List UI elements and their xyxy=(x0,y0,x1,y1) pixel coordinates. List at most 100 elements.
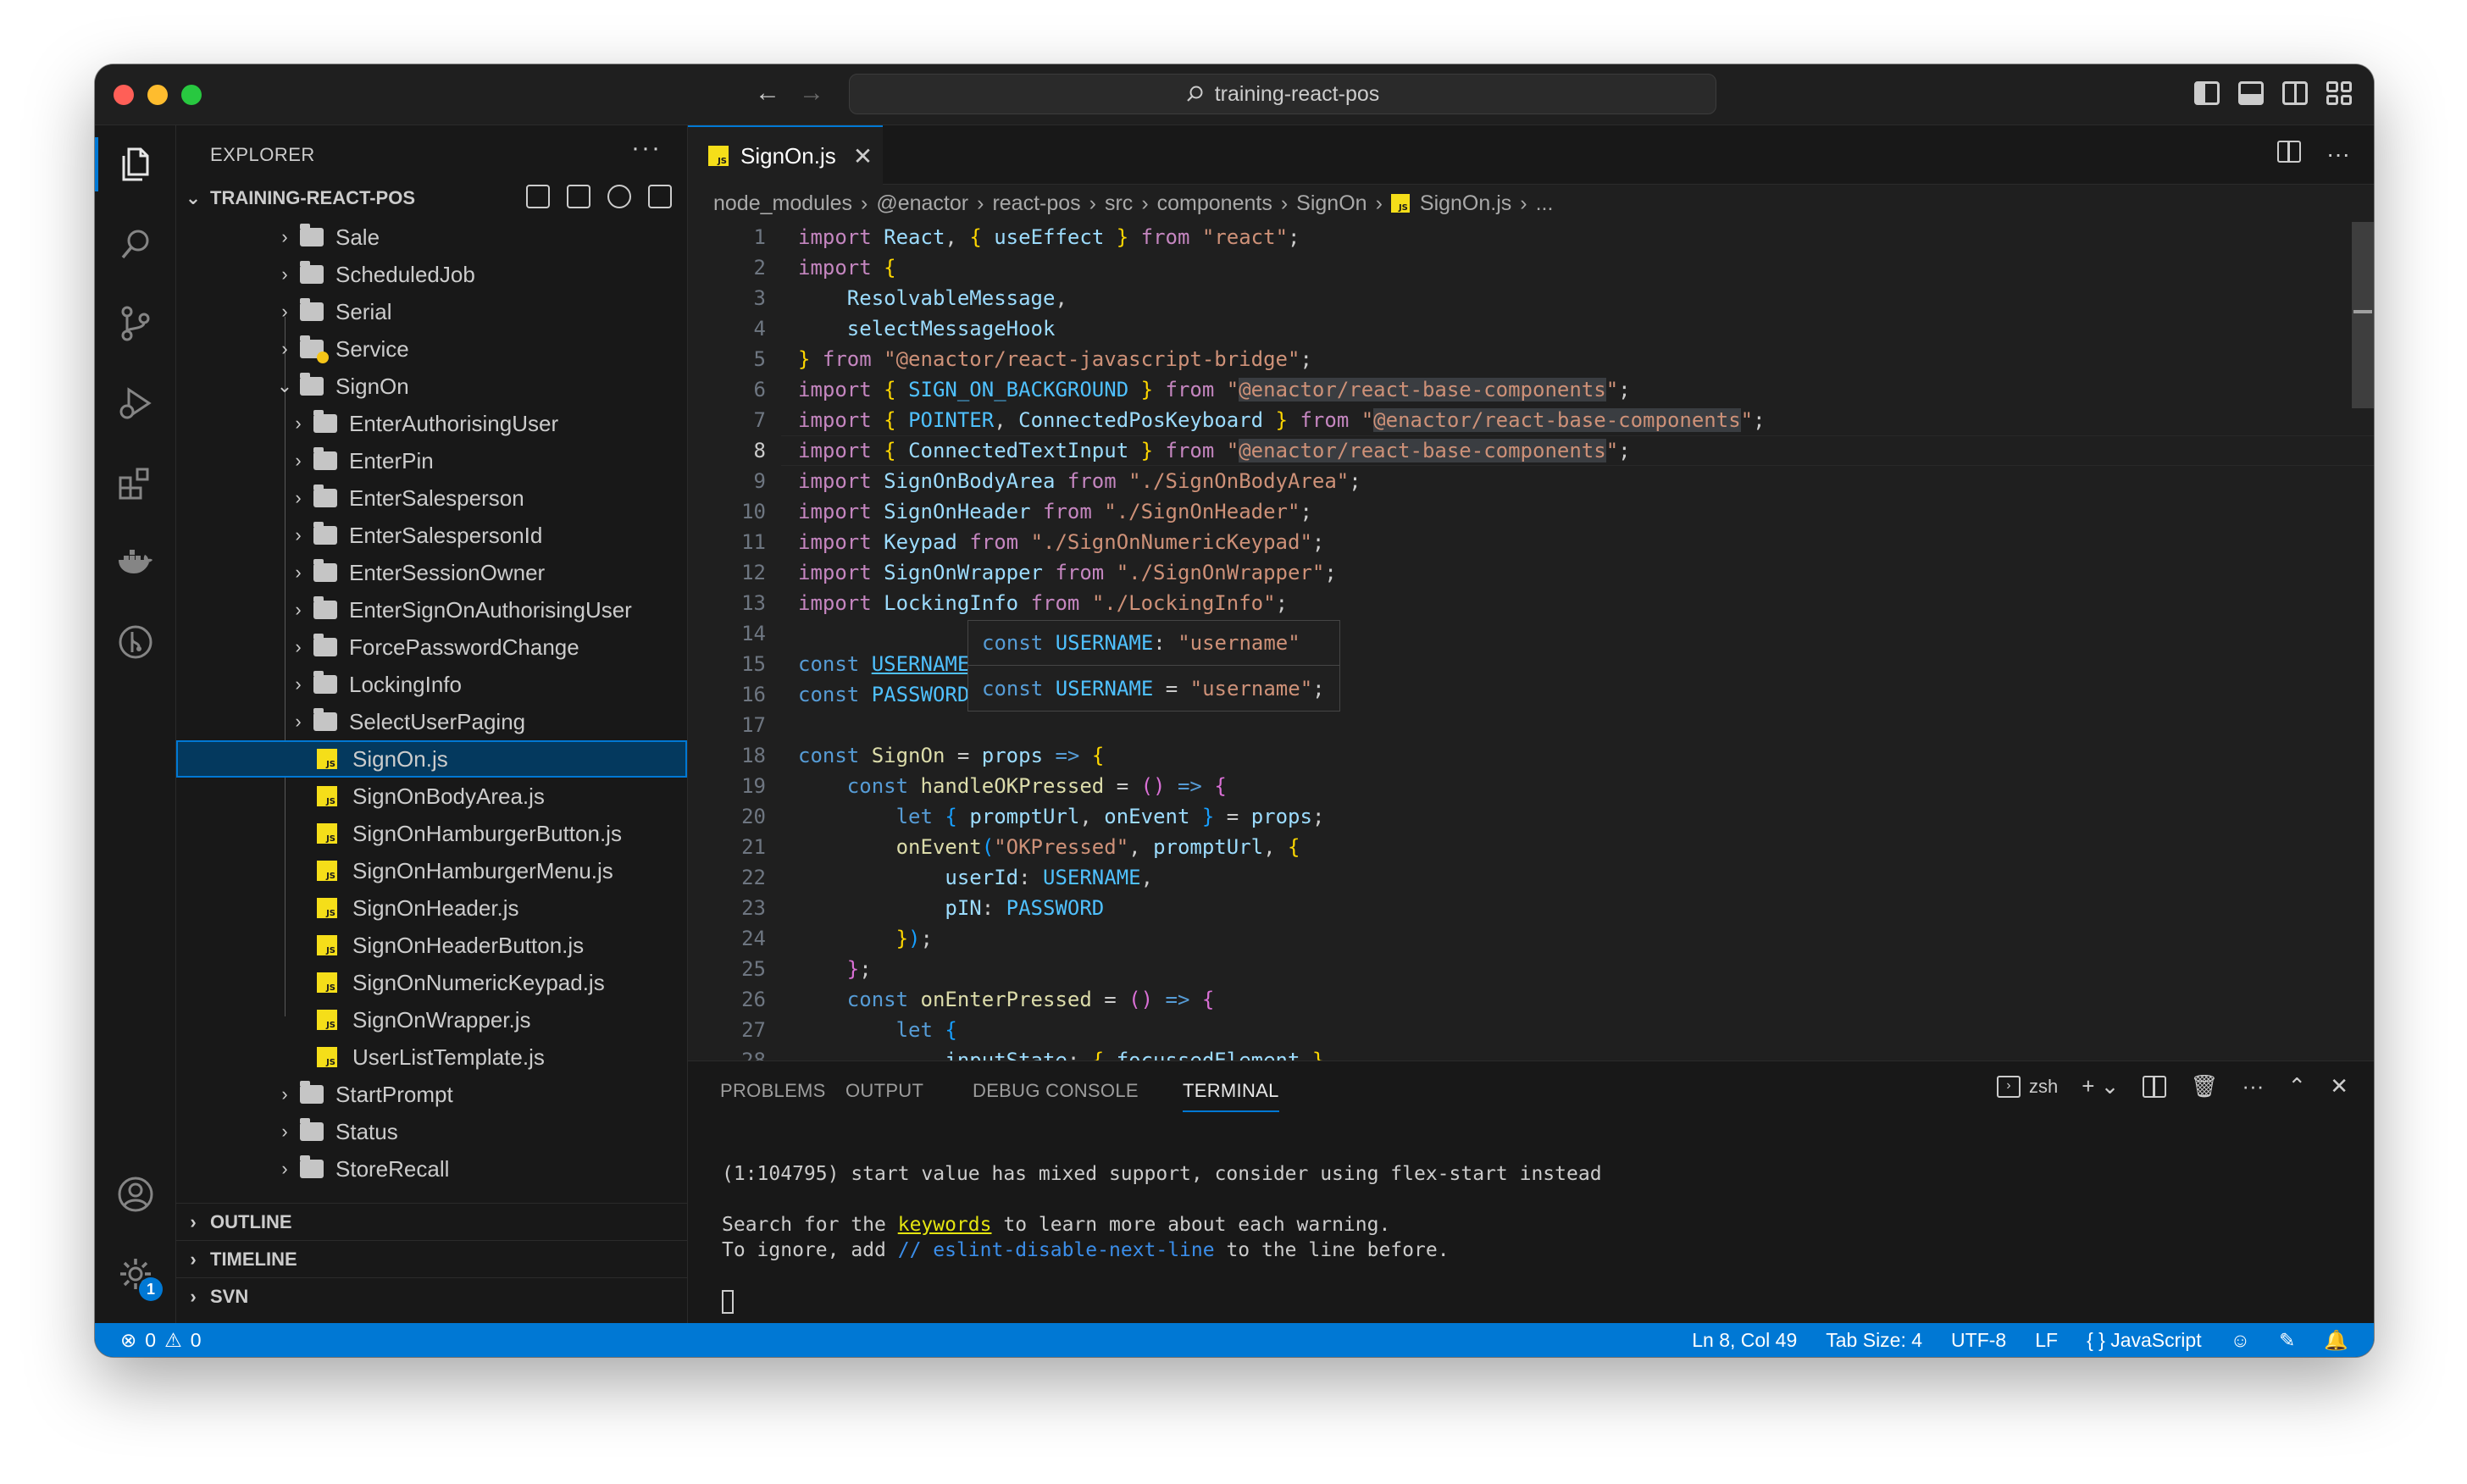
split-terminal-icon[interactable] xyxy=(2143,1075,2167,1098)
collapse-all-icon[interactable] xyxy=(648,185,672,208)
forward-arrow-icon[interactable]: → xyxy=(795,76,829,110)
tree-item-enterpin[interactable]: › EnterPin xyxy=(176,442,687,479)
section-label: OUTLINE xyxy=(210,1210,292,1232)
tree-item-signonwrapper-js[interactable]: JS SignOnWrapper.js xyxy=(176,1001,687,1038)
tree-item-signon[interactable]: ⌄ SignOn xyxy=(176,368,687,405)
explorer-more-actions[interactable]: ··· xyxy=(631,134,662,163)
tree-item-lockinginfo[interactable]: › LockingInfo xyxy=(176,666,687,703)
toggle-primary-sidebar-icon[interactable] xyxy=(2194,81,2220,105)
refresh-icon[interactable] xyxy=(607,185,631,208)
workspace-root-header[interactable]: ⌄ TRAINING-REACT-POS xyxy=(176,180,687,217)
tree-item-entersalesperson[interactable]: › EnterSalesperson xyxy=(176,479,687,517)
keywords-link[interactable]: keywords xyxy=(898,1214,992,1236)
accounts-icon[interactable] xyxy=(95,1160,176,1228)
tree-item-scheduledjob[interactable]: › ScheduledJob xyxy=(176,256,687,293)
chevron-down-icon: ⌄ xyxy=(185,187,202,208)
tree-item-signon-js[interactable]: JS SignOn.js xyxy=(176,740,687,778)
tree-item-serial[interactable]: › Serial xyxy=(176,293,687,330)
scrollbar-marker xyxy=(2353,310,2372,313)
cursor-position[interactable]: Ln 8, Col 49 xyxy=(1692,1329,1797,1352)
new-terminal-icon[interactable]: + ⌄ xyxy=(2082,1073,2119,1099)
tree-item-entersessionowner[interactable]: › EnterSessionOwner xyxy=(176,554,687,591)
tab-problems[interactable]: PROBLEMS xyxy=(720,1080,826,1102)
chevron-down-icon: ⌄ xyxy=(276,375,293,396)
tree-item-userlisttemplate-js[interactable]: JS UserListTemplate.js xyxy=(176,1038,687,1076)
close-window-button[interactable] xyxy=(114,85,134,105)
timeline-section[interactable]: › TIMELINE xyxy=(176,1240,687,1277)
code-editor[interactable]: 1 import React, { useEffect } from "react… xyxy=(688,222,2374,1060)
chevron-right-icon: › xyxy=(281,1158,288,1179)
tab-debug-console[interactable]: DEBUG CONSOLE xyxy=(973,1080,1139,1102)
end-of-line[interactable]: LF xyxy=(2035,1329,2058,1352)
command-center[interactable]: training-react-pos xyxy=(849,74,1716,114)
tree-item-entersignonauthorisinguser[interactable]: › EnterSignOnAuthorisingUser xyxy=(176,591,687,628)
back-arrow-icon[interactable]: ← xyxy=(751,76,784,110)
tree-item-selectuserpaging[interactable]: › SelectUserPaging xyxy=(176,703,687,740)
close-tab-icon[interactable]: ✕ xyxy=(853,142,873,170)
manage-gear-icon[interactable]: 1 xyxy=(95,1240,176,1308)
terminal-shell-selector[interactable]: › zsh xyxy=(1996,1075,2058,1098)
line-number: 8 xyxy=(753,439,766,462)
tree-item-entersalespersonid[interactable]: › EnterSalespersonId xyxy=(176,517,687,554)
code-line: import SignOnBodyArea from "./SignOnBody… xyxy=(798,469,1361,493)
breadcrumb-item[interactable]: SignOn.js xyxy=(1420,191,1511,216)
more-actions-icon[interactable]: ··· xyxy=(2326,141,2350,168)
tree-item-storerecall[interactable]: › StoreRecall xyxy=(176,1150,687,1188)
tab-output[interactable]: OUTPUT xyxy=(845,1080,923,1102)
tree-item-startprompt[interactable]: › StartPrompt xyxy=(176,1076,687,1113)
tree-item-signonheader-js[interactable]: JS SignOnHeader.js xyxy=(176,889,687,927)
editor-scrollbar[interactable] xyxy=(2352,222,2374,408)
breadcrumb-item[interactable]: src xyxy=(1105,191,1133,216)
explorer-icon[interactable] xyxy=(95,130,176,198)
toggle-secondary-sidebar-icon[interactable] xyxy=(2282,81,2308,105)
tree-item-signonnumerickeypad-js[interactable]: JS SignOnNumericKeypad.js xyxy=(176,964,687,1001)
copilot-icon[interactable]: ☺ xyxy=(2231,1329,2250,1352)
customize-layout-icon[interactable] xyxy=(2326,81,2352,105)
tree-item-forcepasswordchange[interactable]: › ForcePasswordChange xyxy=(176,628,687,666)
language-mode[interactable]: { } JavaScript xyxy=(2087,1329,2202,1352)
run-debug-icon[interactable] xyxy=(95,369,176,437)
tab-terminal[interactable]: TERMINAL xyxy=(1183,1080,1279,1112)
feedback-icon[interactable]: ✎ xyxy=(2279,1329,2295,1352)
tab-signon-js[interactable]: JS SignOn.js ✕ xyxy=(688,125,883,185)
maximize-panel-icon[interactable]: ⌃ xyxy=(2287,1073,2306,1099)
source-control-icon[interactable] xyxy=(95,290,176,357)
toggle-panel-icon[interactable] xyxy=(2238,81,2264,105)
breadcrumb-item[interactable]: @enactor xyxy=(876,191,968,216)
zoom-window-button[interactable] xyxy=(181,85,202,105)
terminal-output[interactable]: (1:104795) start value has mixed support… xyxy=(722,1161,1602,1314)
tree-item-sale[interactable]: › Sale xyxy=(176,219,687,256)
notifications-bell-icon[interactable]: 🔔 xyxy=(2324,1329,2348,1352)
new-folder-icon[interactable] xyxy=(567,185,590,208)
breadcrumb-item[interactable]: SignOn xyxy=(1296,191,1367,216)
breadcrumb-item[interactable]: react-pos xyxy=(992,191,1080,216)
tree-item-signonbodyarea-js[interactable]: JS SignOnBodyArea.js xyxy=(176,778,687,815)
breadcrumb-item[interactable]: components xyxy=(1157,191,1272,216)
breadcrumb-item[interactable]: node_modules xyxy=(713,191,852,216)
git-graph-icon[interactable] xyxy=(95,608,176,676)
more-actions-icon[interactable]: ··· xyxy=(2242,1073,2264,1099)
tree-item-service[interactable]: › Service xyxy=(176,330,687,368)
new-file-icon[interactable] xyxy=(526,185,550,208)
minimize-window-button[interactable] xyxy=(147,85,168,105)
search-icon[interactable] xyxy=(95,210,176,278)
encoding[interactable]: UTF-8 xyxy=(1951,1329,2006,1352)
tree-item-signonhamburgermenu-js[interactable]: JS SignOnHamburgerMenu.js xyxy=(176,852,687,889)
split-editor-icon[interactable] xyxy=(2277,141,2302,163)
docker-icon[interactable] xyxy=(95,529,176,596)
tree-item-enterauthorisinguser[interactable]: › EnterAuthorisingUser xyxy=(176,405,687,442)
problems-status[interactable]: ⊗ 0 ⚠ 0 xyxy=(120,1323,202,1357)
tree-item-signonhamburgerbutton-js[interactable]: JS SignOnHamburgerButton.js xyxy=(176,815,687,852)
tree-item-status[interactable]: › Status xyxy=(176,1113,687,1150)
svn-section[interactable]: › SVN xyxy=(176,1277,687,1315)
code-line: import Keypad from "./SignOnNumericKeypa… xyxy=(798,530,1325,554)
tab-size[interactable]: Tab Size: 4 xyxy=(1826,1329,1922,1352)
kill-terminal-icon[interactable]: 🗑 xyxy=(2190,1073,2218,1099)
extensions-icon[interactable] xyxy=(95,449,176,517)
line-number: 18 xyxy=(741,744,766,767)
outline-section[interactable]: › OUTLINE xyxy=(176,1203,687,1240)
tree-item-label: EnterSessionOwner xyxy=(349,559,546,585)
breadcrumb-item[interactable]: ... xyxy=(1536,191,1554,216)
tree-item-signonheaderbutton-js[interactable]: JS SignOnHeaderButton.js xyxy=(176,927,687,964)
close-panel-icon[interactable]: ✕ xyxy=(2330,1073,2348,1099)
